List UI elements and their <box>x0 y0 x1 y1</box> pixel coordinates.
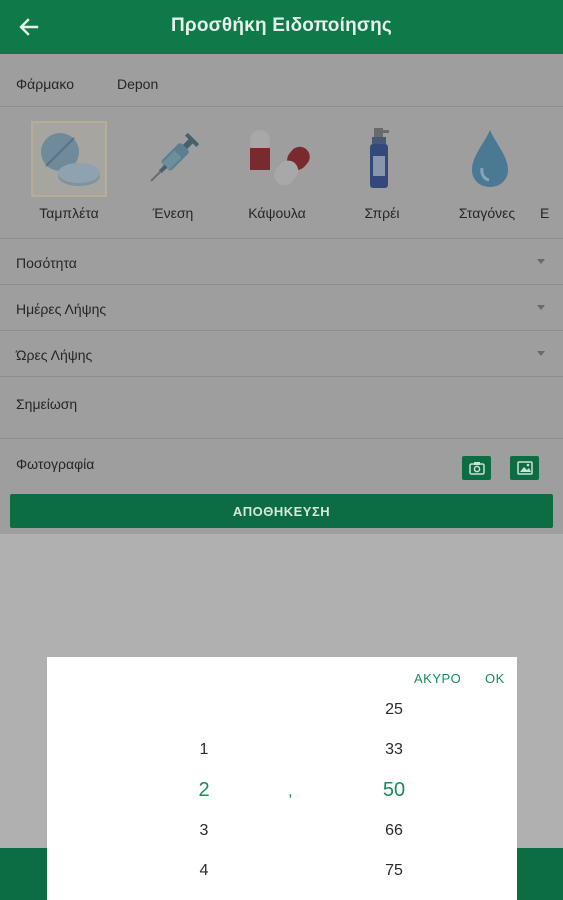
save-button-label: ΑΠΟΘΗΚΕΥΣΗ <box>232 503 331 519</box>
page-title: Προσθήκη Ειδοποίησης <box>171 15 392 36</box>
save-button[interactable]: ΑΠΟΘΗΚΕΥΣΗ <box>10 494 553 528</box>
type-item-drops[interactable]: Σταγόνες <box>449 121 525 229</box>
picker-value[interactable]: 66 <box>374 822 414 840</box>
days-label: Ημέρες Λήψης <box>16 301 107 317</box>
type-label-more: Ε <box>540 205 550 221</box>
picker-value[interactable]: 4 <box>184 862 224 880</box>
days-dropdown[interactable]: Ημέρες Λήψης <box>0 285 563 331</box>
type-item-tablet[interactable]: Ταμπλέτα <box>31 121 107 229</box>
decimal-separator: , <box>288 783 293 800</box>
chevron-down-icon <box>537 351 545 356</box>
photo-label: Φωτογραφία <box>16 456 95 472</box>
camera-icon <box>468 462 485 475</box>
type-item-injection[interactable]: Ένεση <box>135 121 211 229</box>
picker-value[interactable]: 3 <box>184 822 224 840</box>
chevron-down-icon <box>537 259 545 264</box>
drug-row[interactable]: Φάρμακο Depon <box>0 54 563 107</box>
add-reminder-form: Φάρμακο Depon Ταμπλέτα Ένεση Κάψουλα Σπρ… <box>0 54 563 534</box>
type-item-more[interactable]: Ε <box>540 121 563 229</box>
picker-value[interactable]: 1 <box>184 741 224 759</box>
picker-value[interactable]: 33 <box>374 741 414 759</box>
type-label-injection: Ένεση <box>152 205 194 221</box>
quantity-label: Ποσότητα <box>16 255 77 271</box>
ok-button[interactable]: OK <box>485 671 505 686</box>
quantity-dropdown[interactable]: Ποσότητα <box>0 239 563 285</box>
note-label: Σημείωση <box>16 396 78 412</box>
picker-selected-value[interactable]: 50 <box>374 779 414 802</box>
dosage-type-selector: Ταμπλέτα Ένεση Κάψουλα Σπρέι Σταγόνες Ε <box>0 107 563 239</box>
type-label-tablet: Ταμπλέτα <box>39 205 99 221</box>
picker-value[interactable]: 25 <box>374 701 414 719</box>
image-icon <box>516 461 533 475</box>
gallery-button[interactable] <box>510 456 539 480</box>
type-item-spray[interactable]: Σπρέι <box>344 121 420 229</box>
hours-label: Ώρες Λήψης <box>16 347 93 363</box>
syringe-icon <box>150 132 200 182</box>
camera-button[interactable] <box>462 456 491 480</box>
hours-dropdown[interactable]: Ώρες Λήψης <box>0 331 563 377</box>
cancel-button[interactable]: ΑΚΥΡΟ <box>414 671 461 686</box>
type-label-capsule: Κάψουλα <box>248 205 306 221</box>
picker-selected-value[interactable]: 2 <box>184 779 224 802</box>
drops-icon <box>472 130 508 187</box>
picker-value[interactable]: 75 <box>374 862 414 880</box>
type-item-capsule[interactable]: Κάψουλα <box>239 121 315 229</box>
app-bar: Προσθήκη Ειδοποίησης <box>0 0 563 54</box>
drug-label: Φάρμακο <box>16 76 75 92</box>
type-label-spray: Σπρέι <box>364 205 400 221</box>
type-label-drops: Σταγόνες <box>458 205 516 221</box>
note-field[interactable]: Σημείωση <box>0 377 563 439</box>
drug-value: Depon <box>117 76 159 92</box>
chevron-down-icon <box>537 305 545 310</box>
quantity-picker-dialog: ΑΚΥΡΟ OK 1 2 3 4 , 25 33 50 66 75 <box>47 657 517 900</box>
spray-icon <box>370 128 389 188</box>
capsule-icon <box>250 130 310 186</box>
tablet-icon <box>41 133 100 186</box>
